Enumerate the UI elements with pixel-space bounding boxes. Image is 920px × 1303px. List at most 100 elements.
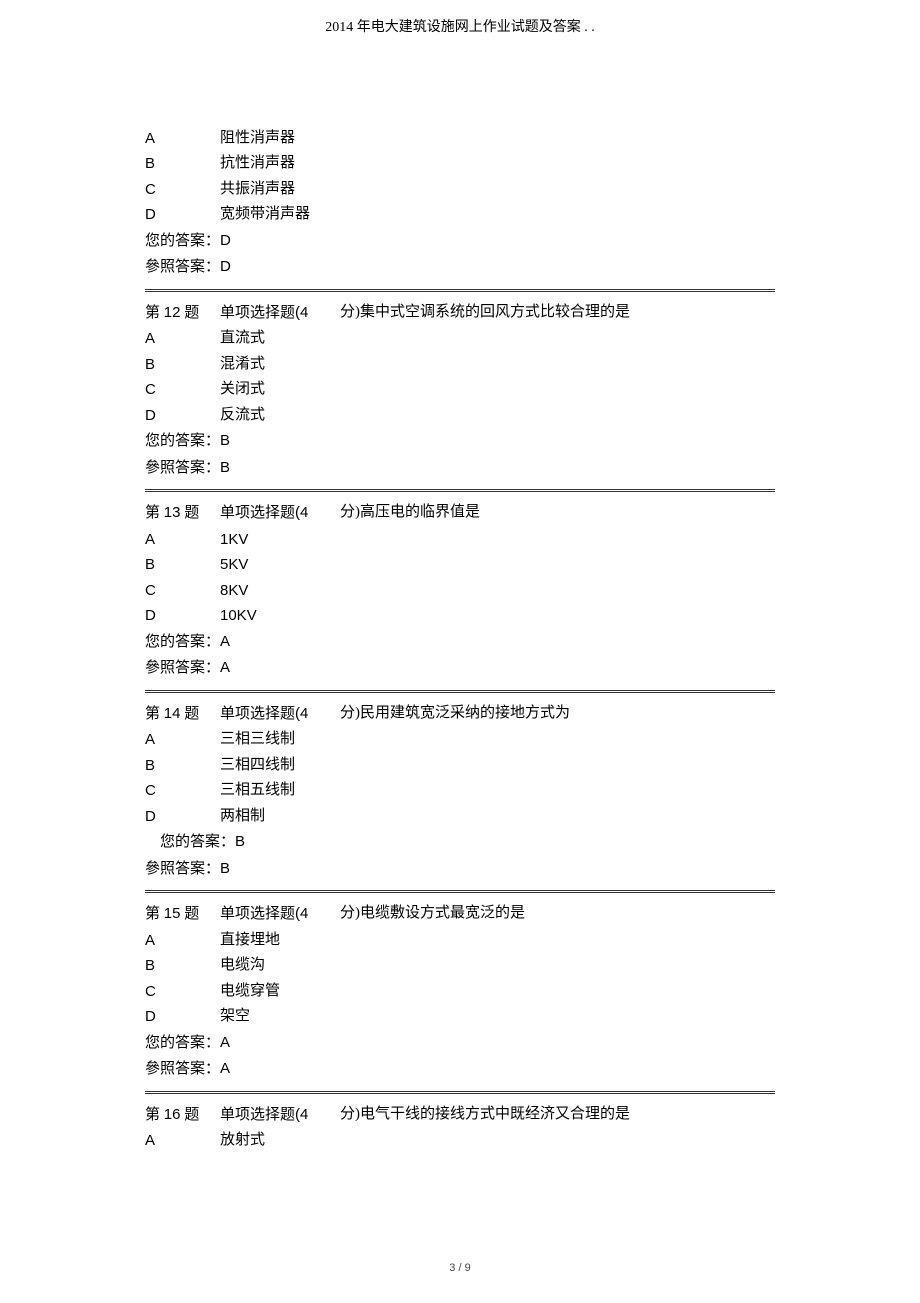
divider xyxy=(145,1091,775,1094)
ref-answer-label: 參照答案： xyxy=(145,259,220,275)
divider xyxy=(145,289,775,292)
option-text: 电缆穿管 xyxy=(220,979,280,1005)
question-type: 单项选择题(4 xyxy=(220,701,340,728)
q13-header: 第 13 题 单项选择题(4 分)高压电的临界值是 xyxy=(145,500,775,527)
option-letter: A xyxy=(145,126,220,152)
q15-ref-answer: 參照答案：A xyxy=(145,1056,775,1083)
q13-option-d: D10KV xyxy=(145,603,775,629)
q14-header: 第 14 题 单项选择题(4 分)民用建筑宽泛采纳的接地方式为 xyxy=(145,701,775,728)
your-answer-value: D xyxy=(220,232,231,249)
your-answer-value: A xyxy=(220,1034,230,1051)
q11-option-b: B 抗性消声器 xyxy=(145,151,775,177)
question-text: 分)电缆敷设方式最宽泛的是 xyxy=(340,901,775,928)
q13-option-b: B5KV xyxy=(145,552,775,578)
option-letter: A xyxy=(145,727,220,753)
question-number: 第 12 题 xyxy=(145,300,220,327)
content: A 阻性消声器 B 抗性消声器 C 共振消声器 D 宽频带消声器 您的答案：D … xyxy=(145,126,775,1154)
your-answer-value: A xyxy=(220,633,230,650)
ref-answer-value: A xyxy=(220,1060,230,1077)
option-letter: A xyxy=(145,527,220,553)
option-text: 放射式 xyxy=(220,1128,265,1154)
option-text: 10KV xyxy=(220,603,257,629)
q14-option-b: B三相四线制 xyxy=(145,753,775,779)
page: 2014 年电大建筑设施网上作业试题及答案 . . A 阻性消声器 B 抗性消声… xyxy=(0,0,920,1303)
option-text: 电缆沟 xyxy=(220,953,265,979)
q15-your-answer: 您的答案：A xyxy=(145,1030,775,1057)
question-number: 第 14 题 xyxy=(145,701,220,728)
your-answer-label: 您的答案： xyxy=(145,233,220,249)
q12-option-b: B混淆式 xyxy=(145,352,775,378)
option-letter: A xyxy=(145,1128,220,1154)
option-text: 抗性消声器 xyxy=(220,151,295,177)
option-text: 共振消声器 xyxy=(220,177,295,203)
q14-ref-answer: 參照答案：B xyxy=(145,856,775,883)
q12-ref-answer: 參照答案：B xyxy=(145,455,775,482)
q13-option-a: A1KV xyxy=(145,527,775,553)
option-text: 反流式 xyxy=(220,403,265,429)
q13-your-answer: 您的答案：A xyxy=(145,629,775,656)
q12-option-d: D反流式 xyxy=(145,403,775,429)
q16-header: 第 16 题 单项选择题(4 分)电气干线的接线方式中既经济又合理的是 xyxy=(145,1102,775,1129)
your-answer-label: 您的答案： xyxy=(145,634,220,650)
option-letter: B xyxy=(145,753,220,779)
option-text: 5KV xyxy=(220,552,248,578)
option-text: 两相制 xyxy=(220,804,265,830)
question-type: 单项选择题(4 xyxy=(220,300,340,327)
q15-header: 第 15 题 单项选择题(4 分)电缆敷设方式最宽泛的是 xyxy=(145,901,775,928)
ref-answer-label: 參照答案： xyxy=(145,660,220,676)
ref-answer-label: 參照答案： xyxy=(145,460,220,476)
option-text: 1KV xyxy=(220,527,248,553)
option-letter: D xyxy=(145,603,220,629)
ref-answer-value: B xyxy=(220,459,230,476)
q12-option-a: A直流式 xyxy=(145,326,775,352)
ref-answer-value: A xyxy=(220,659,230,676)
q15-option-a: A直接埋地 xyxy=(145,928,775,954)
option-text: 8KV xyxy=(220,578,248,604)
q15-option-c: C电缆穿管 xyxy=(145,979,775,1005)
option-letter: B xyxy=(145,552,220,578)
option-letter: B xyxy=(145,352,220,378)
option-text: 阻性消声器 xyxy=(220,126,295,152)
option-text: 三相四线制 xyxy=(220,753,295,779)
option-text: 三相三线制 xyxy=(220,727,295,753)
option-letter: C xyxy=(145,177,220,203)
option-letter: A xyxy=(145,326,220,352)
q11-your-answer: 您的答案：D xyxy=(145,228,775,255)
q14-your-answer: 您的答案：B xyxy=(145,829,775,856)
ref-answer-value: B xyxy=(220,860,230,877)
q15-option-d: D架空 xyxy=(145,1004,775,1030)
question-text: 分)民用建筑宽泛采纳的接地方式为 xyxy=(340,701,775,728)
your-answer-label: 您的答案： xyxy=(145,433,220,449)
your-answer-label: 您的答案： xyxy=(160,834,235,850)
q13-option-c: C8KV xyxy=(145,578,775,604)
q14-option-a: A三相三线制 xyxy=(145,727,775,753)
your-answer-value: B xyxy=(220,432,230,449)
question-type: 单项选择题(4 xyxy=(220,1102,340,1129)
ref-answer-label: 參照答案： xyxy=(145,1061,220,1077)
header: 2014 年电大建筑设施网上作业试题及答案 . . xyxy=(145,15,775,41)
q12-header: 第 12 题 单项选择题(4 分)集中式空调系统的回风方式比较合理的是 xyxy=(145,300,775,327)
option-letter: D xyxy=(145,202,220,228)
q14-option-d: D两相制 xyxy=(145,804,775,830)
option-letter: D xyxy=(145,804,220,830)
question-text: 分)高压电的临界值是 xyxy=(340,500,775,527)
option-letter: D xyxy=(145,403,220,429)
your-answer-label: 您的答案： xyxy=(145,1035,220,1051)
option-text: 混淆式 xyxy=(220,352,265,378)
q16-option-a: A放射式 xyxy=(145,1128,775,1154)
ref-answer-label: 參照答案： xyxy=(145,861,220,877)
option-letter: A xyxy=(145,928,220,954)
ref-answer-value: D xyxy=(220,258,231,275)
q15-option-b: B电缆沟 xyxy=(145,953,775,979)
question-type: 单项选择题(4 xyxy=(220,500,340,527)
q11-option-d: D 宽频带消声器 xyxy=(145,202,775,228)
question-text: 分)集中式空调系统的回风方式比较合理的是 xyxy=(340,300,775,327)
option-text: 关闭式 xyxy=(220,377,265,403)
page-number: 3 / 9 xyxy=(0,1259,920,1278)
q14-option-c: C三相五线制 xyxy=(145,778,775,804)
option-text: 直接埋地 xyxy=(220,928,280,954)
q12-option-c: C关闭式 xyxy=(145,377,775,403)
divider xyxy=(145,690,775,693)
q11-ref-answer: 參照答案：D xyxy=(145,254,775,281)
question-number: 第 16 题 xyxy=(145,1102,220,1129)
